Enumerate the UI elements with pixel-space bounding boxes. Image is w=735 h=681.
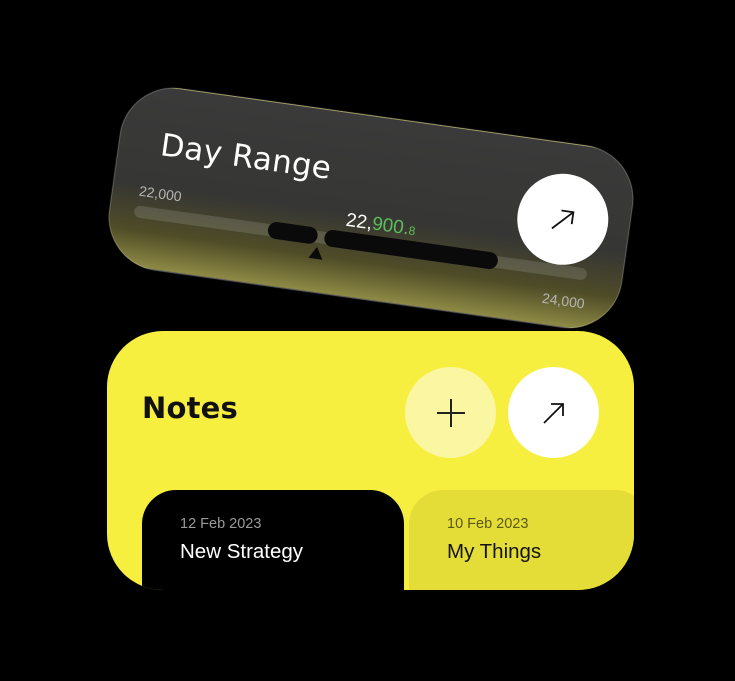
current-price-whole: 22,: [344, 209, 374, 235]
range-low-label: 22,000: [138, 182, 183, 205]
note-date: 12 Feb 2023: [180, 516, 262, 532]
day-range-title: Day Range: [158, 127, 334, 187]
current-price-marker: [308, 245, 324, 260]
day-range-widget: Day Range 22,000 22,900.8 24,000: [101, 80, 641, 336]
arrow-up-right-icon: [550, 209, 574, 229]
arrow-up-right-icon: [542, 402, 564, 424]
range-high-label: 24,000: [541, 289, 586, 312]
note-title: New Strategy: [180, 540, 304, 563]
note-date: 10 Feb 2023: [447, 516, 529, 532]
open-notes-button[interactable]: [508, 367, 599, 458]
widget-stage: Notes 12 Feb 2023 New Strategy 10 Feb 20…: [0, 0, 735, 681]
notes-widget: Notes 12 Feb 2023 New Strategy 10 Feb 20…: [107, 331, 634, 590]
note-title: My Things: [447, 540, 542, 563]
open-day-range-button[interactable]: [511, 167, 615, 271]
notes-title: Notes: [142, 391, 238, 425]
range-segment-left: [266, 220, 319, 245]
current-price-small: 8: [407, 223, 417, 239]
note-card-my-things[interactable]: 10 Feb 2023 My Things: [409, 490, 634, 590]
plus-icon: [436, 398, 465, 427]
add-note-button[interactable]: [405, 367, 496, 458]
note-card-new-strategy[interactable]: 12 Feb 2023 New Strategy: [142, 490, 404, 590]
